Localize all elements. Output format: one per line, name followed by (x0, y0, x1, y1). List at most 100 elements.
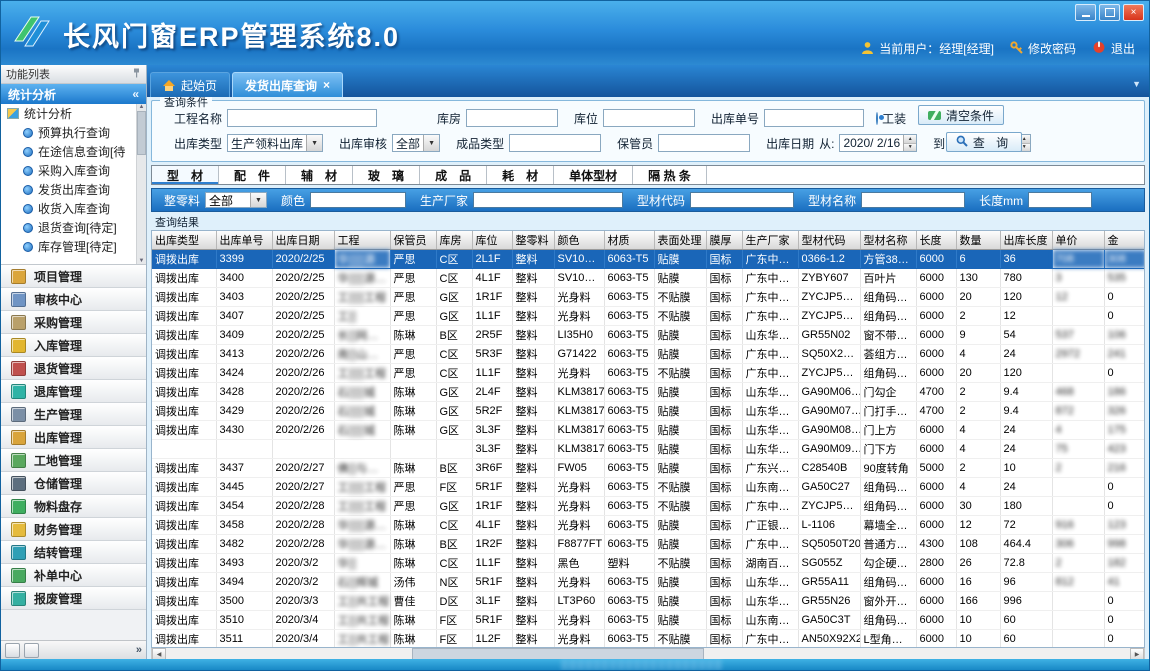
tab-发货出库查询[interactable]: 发货出库查询× (232, 72, 343, 97)
maximize-button[interactable] (1099, 4, 1120, 21)
warehouse-input[interactable] (466, 109, 558, 127)
horizontal-scrollbar[interactable]: ◀ ▶ (151, 648, 1145, 659)
column-header-整零料[interactable]: 整零料 (512, 231, 554, 250)
outbound-audit-select[interactable]: 全部 ▼ (392, 134, 440, 152)
column-header-材质[interactable]: 材质 (604, 231, 654, 250)
footer-button-2[interactable] (24, 643, 39, 658)
chevron-down-icon[interactable]: ▼ (306, 135, 322, 151)
material-tab-成品[interactable]: 成 品 (420, 166, 487, 184)
table-row[interactable]: 调拨出库34582020/2/28华▒▒源…陈琳C区4L1F整料光身料6063-… (152, 516, 1145, 535)
table-row[interactable]: 调拨出库34132020/2/26南▒山…严思C区5R3F整料G71422606… (152, 345, 1145, 364)
table-row[interactable]: 调拨出库34452020/2/27工▒▒工程严思F区5R1F整料光身料6063-… (152, 478, 1145, 497)
sidebar-section-header[interactable]: 统计分析 « (1, 84, 146, 104)
table-row[interactable]: 调拨出库33992020/2/25华▒▒源严思C区2L1F整料SV10…6063… (152, 250, 1145, 269)
column-header-库房[interactable]: 库房 (436, 231, 472, 250)
column-header-膜厚[interactable]: 膜厚 (706, 231, 742, 250)
tree-item[interactable]: 采购入库查询 (1, 161, 146, 180)
sidebar-item-财务管理[interactable]: 财务管理 (1, 518, 146, 541)
tree-item[interactable]: 在途信息查询[待 (1, 142, 146, 161)
project-name-input[interactable] (227, 109, 377, 127)
close-button[interactable]: × (1123, 4, 1144, 21)
table-row[interactable]: 调拨出库34932020/3/2华▒陈琳C区1L1F整料黑色塑料不贴膜国标湖南百… (152, 554, 1145, 573)
tree-item[interactable]: 发货出库查询 (1, 180, 146, 199)
table-row[interactable]: 调拨出库34072020/2/25工▒严思G区1L1F整料光身料6063-T5不… (152, 307, 1145, 326)
tree-item[interactable]: 退货查询[待定] (1, 218, 146, 237)
table-row[interactable]: 调拨出库35002020/3/3工▒共工程曹佳D区3L1F整料LT3P60606… (152, 592, 1145, 611)
column-header-表面处理[interactable]: 表面处理 (654, 231, 706, 250)
footer-more-chevron[interactable]: » (136, 644, 142, 656)
radio-gongzhuang[interactable] (876, 112, 878, 125)
tree-item[interactable]: 预算执行查询 (1, 123, 146, 142)
column-header-颜色[interactable]: 颜色 (554, 231, 604, 250)
sidebar-item-工地管理[interactable]: 工地管理 (1, 449, 146, 472)
column-header-出库日期[interactable]: 出库日期 (272, 231, 334, 250)
material-tab-耗材[interactable]: 耗 材 (487, 166, 554, 184)
sidebar-item-物料盘存[interactable]: 物料盘存 (1, 495, 146, 518)
keeper-input[interactable] (658, 134, 750, 152)
tree-root[interactable]: 统计分析 (1, 104, 146, 123)
table-row[interactable]: 调拨出库34032020/2/25工▒▒工程严思G区1R1F整料光身料6063-… (152, 288, 1145, 307)
sidebar-item-出库管理[interactable]: 出库管理 (1, 426, 146, 449)
clear-conditions-button[interactable]: 清空条件 (918, 105, 1004, 125)
chevron-down-icon[interactable]: ▼ (250, 193, 266, 207)
table-row[interactable]: 调拨出库34942020/3/2石▒辉城汤伟N区5R1F整料光身料6063-T5… (152, 573, 1145, 592)
pin-icon[interactable] (132, 68, 141, 81)
minimize-button[interactable] (1075, 4, 1096, 21)
sidebar-item-项目管理[interactable]: 项目管理 (1, 265, 146, 288)
table-row[interactable]: 调拨出库34302020/2/26石▒▒城陈琳G区3L3F整料KLM381760… (152, 421, 1145, 440)
product-type-input[interactable] (509, 134, 601, 152)
table-row[interactable]: 调拨出库34372020/2/27佛▒与…陈琳B区3R6F整料FW056063-… (152, 459, 1145, 478)
sidebar-item-仓储管理[interactable]: 仓储管理 (1, 472, 146, 495)
column-header-出库单号[interactable]: 出库单号 (216, 231, 272, 250)
table-row[interactable]: 调拨出库34242020/2/26工▒▒工程严思C区1L1F整料光身料6063-… (152, 364, 1145, 383)
length-input[interactable] (1028, 192, 1092, 208)
column-header-型材代码[interactable]: 型材代码 (798, 231, 860, 250)
whole-part-select[interactable]: 全部 ▼ (205, 192, 267, 208)
tab-起始页[interactable]: 起始页 (150, 72, 230, 97)
column-header-库位[interactable]: 库位 (472, 231, 512, 250)
table-row[interactable]: 调拨出库34002020/2/25华▒▒源…严思C区4L1F整料SV10…606… (152, 269, 1145, 288)
search-button[interactable]: 查 询 (946, 132, 1022, 152)
table-row[interactable]: 调拨出库34092020/2/25长▒网…陈琳B区2R5F整料LI35H0606… (152, 326, 1145, 345)
table-row[interactable]: 调拨出库34822020/2/28华▒▒源…陈琳B区1R2F整料F8877FT6… (152, 535, 1145, 554)
change-password-link[interactable]: 修改密码 (1010, 40, 1076, 57)
material-tab-玻璃[interactable]: 玻 璃 (353, 166, 420, 184)
material-tab-配件[interactable]: 配 件 (219, 166, 286, 184)
column-header-型材名称[interactable]: 型材名称 (860, 231, 916, 250)
column-header-单价[interactable]: 单价 (1052, 231, 1104, 250)
logout-button[interactable]: 退出 (1092, 40, 1135, 57)
outbound-type-select[interactable]: 生产领料出库 ▼ (227, 134, 323, 152)
tree-item[interactable]: 库存管理[待定] (1, 237, 146, 256)
chevron-down-icon[interactable]: ▼ (423, 135, 439, 151)
profile-code-input[interactable] (690, 192, 794, 208)
column-header-工程[interactable]: 工程 (334, 231, 390, 250)
material-tab-型材[interactable]: 型 材 (152, 166, 219, 184)
sidebar-item-入库管理[interactable]: 入库管理 (1, 334, 146, 357)
table-row[interactable]: 调拨出库34292020/2/26石▒▒城陈琳G区5R2F整料KLM381760… (152, 402, 1145, 421)
scrollbar-thumb[interactable] (412, 648, 704, 659)
tree-item[interactable]: 收货入库查询 (1, 199, 146, 218)
column-header-生产厂家[interactable]: 生产厂家 (742, 231, 798, 250)
tree-scrollbar[interactable]: ▲▼ (136, 104, 146, 264)
date-from-picker[interactable]: 2020/ 2/16 ▲▼ (839, 134, 917, 152)
sidebar-item-补单中心[interactable]: 补单中心 (1, 564, 146, 587)
manufacturer-input[interactable] (473, 192, 623, 208)
sidebar-item-结转管理[interactable]: 结转管理 (1, 541, 146, 564)
sidebar-item-生产管理[interactable]: 生产管理 (1, 403, 146, 426)
scroll-right-icon[interactable]: ▶ (1130, 648, 1144, 659)
sidebar-item-退库管理[interactable]: 退库管理 (1, 380, 146, 403)
sidebar-item-报废管理[interactable]: 报废管理 (1, 587, 146, 610)
sidebar-item-退货管理[interactable]: 退货管理 (1, 357, 146, 380)
column-header-保管员[interactable]: 保管员 (390, 231, 436, 250)
column-header-出库类型[interactable]: 出库类型 (152, 231, 216, 250)
sidebar-item-采购管理[interactable]: 采购管理 (1, 311, 146, 334)
tab-close-icon[interactable]: × (323, 79, 330, 91)
date-spinner-icon[interactable]: ▲▼ (903, 135, 916, 151)
location-input[interactable] (603, 109, 695, 127)
column-header-金[interactable]: 金 (1104, 231, 1145, 250)
profile-name-input[interactable] (861, 192, 965, 208)
footer-button-1[interactable] (5, 643, 20, 658)
column-header-出库长度[interactable]: 出库长度 (1000, 231, 1052, 250)
material-tab-隔热条[interactable]: 隔 热 条 (633, 166, 707, 184)
collapse-icon[interactable]: « (132, 87, 139, 101)
